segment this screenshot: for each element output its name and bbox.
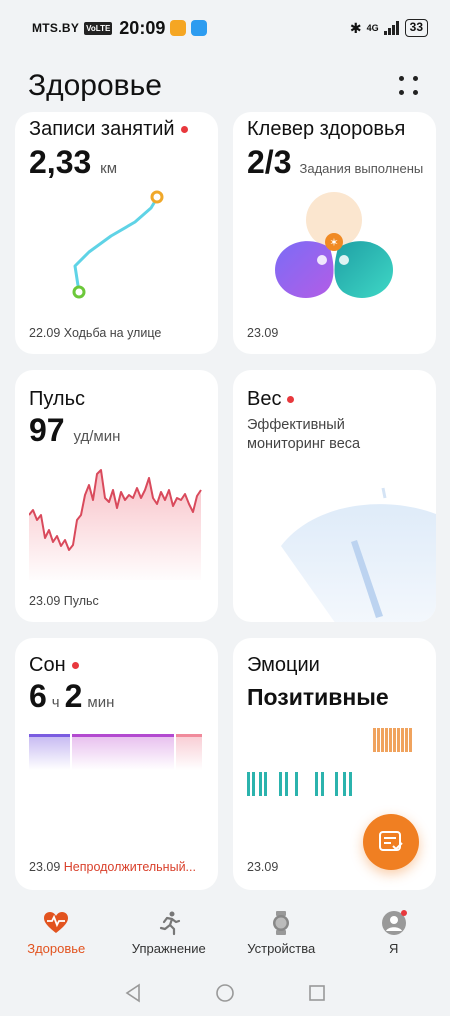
page-header: Здоровье	[28, 64, 422, 108]
nav-tab-me[interactable]: Я	[338, 900, 450, 970]
sleep-date: 23.09	[29, 860, 61, 874]
workout-distance: 2,33 км	[29, 144, 117, 181]
emotions-date: 23.09	[247, 860, 279, 874]
clover-leaves-graphic: ✶	[275, 192, 393, 298]
emotion-positive-bars	[373, 728, 412, 752]
pulse-chart-area	[29, 470, 201, 580]
edit-cards-button[interactable]	[396, 73, 422, 99]
route-start-marker	[72, 285, 86, 299]
sleep-stage-deep	[29, 734, 70, 770]
workout-distance-unit: км	[100, 160, 118, 177]
new-indicator-dot	[71, 662, 79, 669]
weight-title: Вес	[247, 388, 282, 410]
sleep-stages-chart	[29, 734, 202, 770]
weight-title-row: Вес	[247, 388, 295, 411]
sleep-hours-unit: ч	[51, 694, 60, 711]
note-check-icon	[379, 831, 403, 851]
workout-records-title-row: Записи занятий	[29, 118, 188, 141]
nav-tab-exercise[interactable]: Упражнение	[113, 900, 226, 970]
volte-badge: VoLTE	[84, 21, 113, 35]
nav-label-me: Я	[389, 941, 399, 956]
pulse-chart	[29, 469, 202, 580]
running-icon	[159, 911, 180, 936]
walking-route-map	[72, 190, 164, 299]
sleep-minutes-unit: мин	[87, 694, 115, 711]
battery-level: 33	[404, 19, 428, 37]
signal-icon	[383, 21, 399, 35]
status-bar: MTS.BY VoLTE 20:09 ✱ 4G 33	[0, 0, 450, 56]
clover-leaf-sleep	[275, 241, 334, 298]
sleep-quality-label: Непродолжительный...	[63, 860, 196, 874]
weight-description: Эффективный мониторинг веса	[247, 417, 361, 452]
workout-records-title: Записи занятий	[29, 118, 175, 140]
svg-text:✶: ✶	[329, 236, 338, 249]
back-icon[interactable]	[123, 983, 143, 1003]
sleep-footer: 23.09 Непродолжительный...	[29, 860, 204, 874]
system-navigation-bar	[0, 970, 450, 1016]
bluetooth-icon: ✱	[349, 19, 362, 36]
pulse-label: Пульс	[63, 594, 99, 608]
sleep-stage-rem	[176, 734, 202, 770]
clover-progress: 2/3 Задания выполнены	[247, 144, 423, 181]
watch-icon	[273, 911, 290, 935]
notification-app-icon	[170, 20, 187, 36]
quick-record-button[interactable]	[363, 814, 419, 870]
workout-records-card[interactable]: Записи занятий 2,33 км 22.09 Ходьба на у…	[15, 112, 218, 354]
pulse-value: 97	[29, 412, 65, 448]
sleep-title-row: Сон	[29, 654, 79, 677]
nav-tab-devices[interactable]: Устройства	[225, 900, 338, 970]
heart-pulse-icon	[44, 912, 69, 933]
nav-tab-health[interactable]: Здоровье	[0, 900, 113, 970]
sleep-card[interactable]: Сон 6 ч 2 мин 23.09 Непродолжительный...	[15, 638, 218, 890]
home-icon[interactable]	[215, 983, 235, 1003]
sleep-icon	[317, 255, 327, 265]
status-time: 20:09	[119, 17, 166, 38]
nav-label-health: Здоровье	[27, 941, 86, 956]
sleep-stage-light	[72, 734, 174, 770]
network-type: 4G	[366, 23, 379, 33]
new-indicator-dot	[287, 396, 295, 403]
sleep-duration: 6 ч 2 мин	[29, 678, 114, 715]
workout-type: Ходьба на улице	[63, 326, 162, 340]
nav-label-devices: Устройства	[247, 941, 316, 956]
workout-date: 22.09	[29, 326, 61, 340]
emotions-value: Позитивные	[247, 684, 389, 710]
clover-progress-label: Задания выполнены	[299, 161, 424, 176]
pulse-reading: 97 уд/мин	[29, 412, 120, 449]
clover-date: 23.09	[247, 326, 279, 340]
profile-icon	[381, 910, 407, 935]
clover-progress-value: 2/3	[247, 144, 292, 180]
page-title: Здоровье	[28, 69, 162, 102]
sleep-minutes: 2	[64, 678, 83, 714]
nav-label-exercise: Упражнение	[131, 941, 206, 956]
emotion-neutral-bars	[247, 772, 352, 796]
weight-card[interactable]: Вес Эффективный мониторинг веса	[233, 370, 436, 622]
emotions-chart	[247, 728, 412, 796]
mood-icon	[339, 255, 349, 265]
route-end-marker	[150, 190, 164, 204]
sleep-title: Сон	[29, 654, 66, 676]
health-clover-title: Клевер здоровья	[247, 118, 406, 140]
recent-apps-icon[interactable]	[307, 983, 327, 1003]
emotions-title: Эмоции	[247, 654, 320, 676]
message-app-icon	[191, 20, 208, 36]
carrier-name: MTS.BY	[32, 21, 80, 35]
pulse-unit: уд/мин	[73, 428, 121, 445]
emotions-card[interactable]: Эмоции Позитивные 23.09	[233, 638, 436, 890]
sleep-hours: 6	[29, 678, 47, 714]
pulse-card[interactable]: Пульс 97 уд/мин 23.09 Пульс	[15, 370, 218, 622]
pulse-footer: 23.09 Пульс	[29, 594, 99, 608]
clover-leaf-mood	[334, 241, 393, 298]
new-indicator-dot	[180, 126, 188, 133]
workout-distance-value: 2,33	[29, 144, 92, 180]
pulse-title: Пульс	[29, 388, 86, 410]
pulse-date: 23.09	[29, 594, 61, 608]
workout-footer: 22.09 Ходьба на улице	[29, 326, 161, 340]
weight-gauge-graphic	[281, 487, 436, 622]
health-clover-card[interactable]: Клевер здоровья 2/3 Задания выполнены ✶ …	[233, 112, 436, 354]
bottom-navigation: Здоровье Упражнение Устройства Я	[0, 900, 450, 970]
